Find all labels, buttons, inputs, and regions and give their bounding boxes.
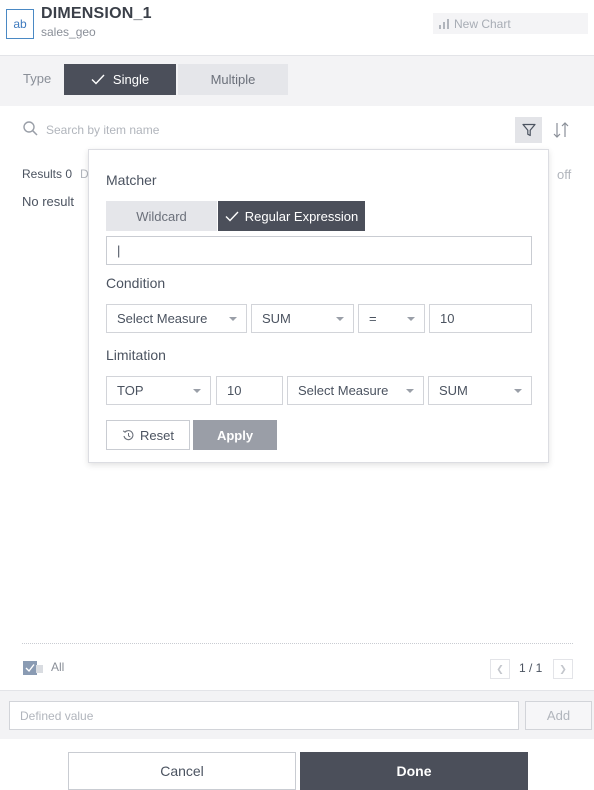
sort-button[interactable] (549, 117, 573, 143)
defined-value-input[interactable] (9, 701, 519, 730)
check-icon (225, 211, 239, 222)
condition-measure-value: Select Measure (117, 311, 208, 326)
limitation-count-input[interactable]: 10 (216, 376, 283, 405)
results-count: Results 0 (22, 167, 73, 181)
done-label: Done (396, 763, 432, 779)
chevron-down-icon (406, 389, 414, 393)
cancel-button[interactable]: Cancel (68, 752, 296, 790)
done-button[interactable]: Done (300, 752, 528, 790)
chevron-right-icon: ❯ (559, 663, 567, 674)
condition-measure-select[interactable]: Select Measure (106, 304, 247, 333)
add-button[interactable]: Add (525, 701, 592, 730)
search-input[interactable] (46, 120, 446, 140)
limitation-aggregation-value: SUM (439, 383, 468, 398)
type-single-label: Single (112, 72, 150, 87)
chevron-down-icon (407, 317, 415, 321)
chevron-down-icon (336, 317, 344, 321)
wildcard-label: Wildcard (136, 208, 187, 224)
bar-chart-icon (439, 18, 449, 29)
apply-button[interactable]: Apply (193, 420, 277, 450)
defined-value-bar: Add (0, 690, 594, 739)
regex-input[interactable] (106, 236, 532, 265)
dimension-title: DIMENSION_1 (41, 5, 152, 22)
condition-value-input[interactable]: 10 (429, 304, 532, 333)
header: ab DIMENSION_1 sales_geo New Chart (0, 0, 594, 56)
new-chart-button[interactable]: New Chart (433, 13, 588, 34)
matcher-wildcard-button[interactable]: Wildcard (106, 201, 217, 231)
reset-icon (122, 429, 134, 440)
page-indicator: 1 / 1 (519, 661, 543, 675)
chevron-down-icon (514, 389, 522, 393)
limitation-position-select[interactable]: TOP (106, 376, 211, 405)
chevron-left-icon: ❮ (496, 663, 504, 674)
datasource-name: sales_geo (41, 25, 96, 39)
filter-popup: Matcher Wildcard Regular Expression Cond… (88, 149, 549, 463)
filter-button[interactable] (515, 117, 542, 143)
limitation-measure-select[interactable]: Select Measure (287, 376, 424, 405)
limitation-label: Limitation (106, 347, 166, 363)
dimension-type-icon: ab (6, 9, 34, 39)
select-all-checkbox[interactable] (23, 660, 43, 676)
select-all-label: All (51, 660, 65, 674)
type-selector-bar: Type Single Multiple (0, 56, 594, 106)
list-divider (22, 643, 573, 644)
matcher-regex-button[interactable]: Regular Expression (218, 201, 365, 231)
condition-aggregation-value: SUM (262, 311, 291, 326)
limitation-position-value: TOP (117, 383, 144, 398)
reset-label: Reset (140, 427, 174, 443)
condition-operator-select[interactable]: = (358, 304, 425, 333)
add-label: Add (546, 708, 571, 723)
condition-aggregation-select[interactable]: SUM (251, 304, 354, 333)
check-icon (91, 74, 105, 85)
regex-label: Regular Expression (244, 208, 359, 224)
type-single-button[interactable]: Single (64, 64, 176, 95)
no-result-text: No result (22, 194, 75, 209)
condition-operator-value: = (369, 311, 377, 326)
new-chart-label: New Chart (454, 16, 511, 31)
type-multiple-label: Multiple (210, 72, 256, 87)
limitation-measure-value: Select Measure (298, 383, 389, 398)
limitation-aggregation-select[interactable]: SUM (428, 376, 532, 405)
limitation-count-value: 10 (227, 383, 242, 398)
previous-page-button[interactable]: ❮ (490, 659, 510, 679)
apply-label: Apply (216, 427, 254, 443)
chevron-down-icon (193, 389, 201, 393)
condition-value: 10 (440, 311, 455, 326)
type-multiple-button[interactable]: Multiple (178, 64, 288, 95)
reset-button[interactable]: Reset (106, 420, 190, 450)
search-icon (23, 121, 38, 136)
chevron-down-icon (229, 317, 237, 321)
type-label: Type (23, 71, 52, 86)
matcher-label: Matcher (106, 172, 157, 188)
cancel-label: Cancel (160, 763, 204, 779)
sort-icon (553, 122, 569, 138)
condition-label: Condition (106, 275, 166, 291)
toggle-off-label[interactable]: off (557, 167, 571, 182)
filter-icon (521, 123, 536, 137)
next-page-button[interactable]: ❯ (553, 659, 573, 679)
